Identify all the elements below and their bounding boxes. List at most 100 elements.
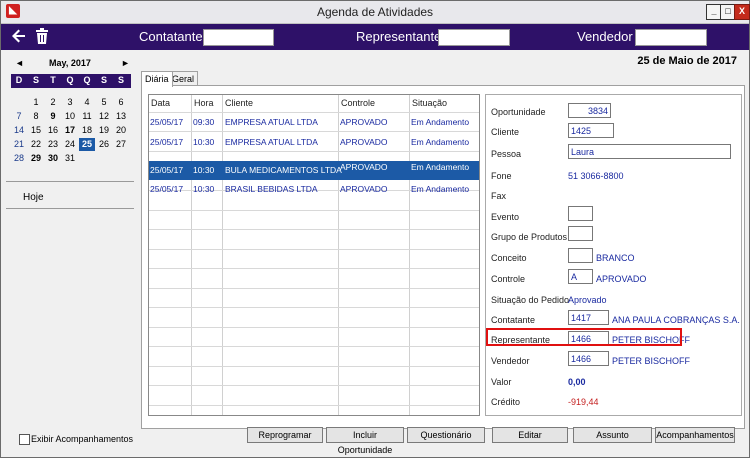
- editar-button[interactable]: Editar: [492, 427, 568, 443]
- calendar-day[interactable]: 9: [45, 110, 61, 123]
- cell-cliente[interactable]: EMPRESA ATUAL LTDA: [225, 137, 318, 147]
- calendar-day[interactable]: 30: [45, 152, 61, 165]
- calendar-day[interactable]: 20: [113, 124, 129, 137]
- fone-label: Fone: [491, 171, 512, 181]
- cell-data[interactable]: 25/05/17: [150, 184, 183, 194]
- cell-controle[interactable]: APROVADO: [340, 162, 388, 172]
- today-button[interactable]: Hoje: [23, 192, 44, 203]
- calendar-day[interactable]: 11: [79, 110, 95, 123]
- weekday-label: D: [15, 75, 23, 85]
- calendar-day-selected[interactable]: 25: [79, 138, 95, 151]
- calendar-day[interactable]: 21: [11, 138, 27, 151]
- tab-diaria[interactable]: Diária: [141, 71, 173, 87]
- column-header-data[interactable]: Data: [149, 95, 170, 112]
- calendar-day[interactable]: 24: [62, 138, 78, 151]
- cell-hora[interactable]: 10:30: [193, 184, 214, 194]
- calendar-day[interactable]: 23: [45, 138, 61, 151]
- cliente-field[interactable]: 1425: [568, 123, 614, 138]
- controle-field[interactable]: A: [568, 269, 593, 284]
- column-divider: [338, 95, 339, 415]
- acompanhamentos-button[interactable]: Acompanhamentos: [655, 427, 735, 443]
- cell-cliente[interactable]: EMPRESA ATUAL LTDA: [225, 117, 318, 127]
- calendar-day[interactable]: 13: [113, 110, 129, 123]
- cell-data[interactable]: 25/05/17: [150, 117, 183, 127]
- cell-controle[interactable]: APROVADO: [340, 184, 388, 194]
- pessoa-field[interactable]: Laura: [568, 144, 731, 159]
- calendar-day[interactable]: 3: [62, 96, 78, 109]
- cell-controle[interactable]: APROVADO: [340, 137, 388, 147]
- row-divider: [149, 385, 479, 386]
- cell-hora[interactable]: 09:30: [193, 117, 214, 127]
- highlight-box: [486, 328, 682, 346]
- calendar-day[interactable]: 6: [113, 96, 129, 109]
- cell-cliente[interactable]: BULA MEDICAMENTOS LTDA: [225, 165, 342, 175]
- calendar-day[interactable]: [11, 96, 27, 109]
- oportunidade-field[interactable]: 3834: [568, 103, 611, 118]
- fone-value: 51 3066-8800: [568, 171, 624, 181]
- row-divider: [149, 151, 479, 152]
- cell-situacao[interactable]: Em Andamento: [411, 137, 469, 147]
- reprogramar-button[interactable]: Reprogramar: [247, 427, 323, 443]
- cell-cliente[interactable]: BRASIL BEBIDAS LTDA: [225, 184, 318, 194]
- cell-hora[interactable]: 10:30: [193, 137, 214, 147]
- calendar-nav: ◄ May, 2017 ►: [13, 58, 130, 70]
- calendar-day[interactable]: 17: [62, 124, 78, 137]
- situacao-pedido-value: Aprovado: [568, 295, 607, 305]
- calendar-day[interactable]: 8: [28, 110, 44, 123]
- exibir-acompanhamentos-checkbox[interactable]: [19, 434, 30, 445]
- cell-data[interactable]: 25/05/17: [150, 137, 183, 147]
- cell-hora[interactable]: 10:30: [193, 165, 214, 175]
- calendar-day[interactable]: 7: [11, 110, 27, 123]
- close-button[interactable]: X: [734, 4, 750, 20]
- incluir-oportunidade-button[interactable]: Incluir Oportunidade: [326, 427, 404, 455]
- calendar-day[interactable]: 28: [11, 152, 27, 165]
- cell-situacao[interactable]: Em Andamento: [411, 162, 469, 172]
- calendar-day[interactable]: 29: [28, 152, 44, 165]
- cliente-label: Cliente: [491, 127, 520, 137]
- contatante-code-field[interactable]: 1417: [568, 310, 609, 325]
- controle-label: Controle: [491, 274, 526, 284]
- assunto-button[interactable]: Assunto: [573, 427, 652, 443]
- trash-icon[interactable]: [35, 28, 49, 48]
- contatante-filter-input[interactable]: [203, 29, 274, 46]
- calendar-prev-button[interactable]: ◄: [15, 58, 24, 68]
- detail-form: Oportunidade 3834 Cliente 1425 Pessoa La…: [485, 94, 742, 416]
- evento-field[interactable]: [568, 206, 593, 221]
- vendedor-code-field[interactable]: 1466: [568, 351, 609, 366]
- calendar-day[interactable]: 31: [62, 152, 78, 165]
- calendar-day[interactable]: 5: [96, 96, 112, 109]
- calendar-day[interactable]: 16: [45, 124, 61, 137]
- calendar-day[interactable]: 22: [28, 138, 44, 151]
- column-header-situacao[interactable]: Situação: [410, 95, 447, 112]
- row-divider: [149, 249, 479, 250]
- back-arrow-icon[interactable]: [11, 28, 27, 48]
- cell-situacao[interactable]: Em Andamento: [411, 184, 469, 194]
- calendar-day[interactable]: 1: [28, 96, 44, 109]
- date-header: 25 de Maio de 2017: [637, 55, 737, 67]
- calendar-day[interactable]: 14: [11, 124, 27, 137]
- column-header-cliente[interactable]: Cliente: [223, 95, 253, 112]
- oportunidade-label: Oportunidade: [491, 107, 546, 117]
- cell-situacao[interactable]: Em Andamento: [411, 117, 469, 127]
- column-header-controle[interactable]: Controle: [339, 95, 375, 112]
- calendar-day[interactable]: 10: [62, 110, 78, 123]
- conceito-field[interactable]: [568, 248, 593, 263]
- calendar-day[interactable]: 15: [28, 124, 44, 137]
- calendar-day[interactable]: 27: [113, 138, 129, 151]
- calendar-day[interactable]: 18: [79, 124, 95, 137]
- tab-panel: Data Hora Cliente Controle Situação 25/0…: [141, 85, 745, 429]
- vendedor-filter-input[interactable]: [635, 29, 707, 46]
- calendar-day[interactable]: 12: [96, 110, 112, 123]
- grupo-produtos-field[interactable]: [568, 226, 593, 241]
- cell-controle[interactable]: APROVADO: [340, 117, 388, 127]
- column-header-hora[interactable]: Hora: [192, 95, 214, 112]
- calendar-day[interactable]: 2: [45, 96, 61, 109]
- column-divider: [222, 95, 223, 415]
- representante-filter-input[interactable]: [438, 29, 510, 46]
- questionario-button[interactable]: Questionário: [407, 427, 485, 443]
- calendar-day[interactable]: 26: [96, 138, 112, 151]
- calendar-day[interactable]: 19: [96, 124, 112, 137]
- cell-data[interactable]: 25/05/17: [150, 165, 183, 175]
- calendar-next-button[interactable]: ►: [121, 58, 130, 68]
- calendar-day[interactable]: 4: [79, 96, 95, 109]
